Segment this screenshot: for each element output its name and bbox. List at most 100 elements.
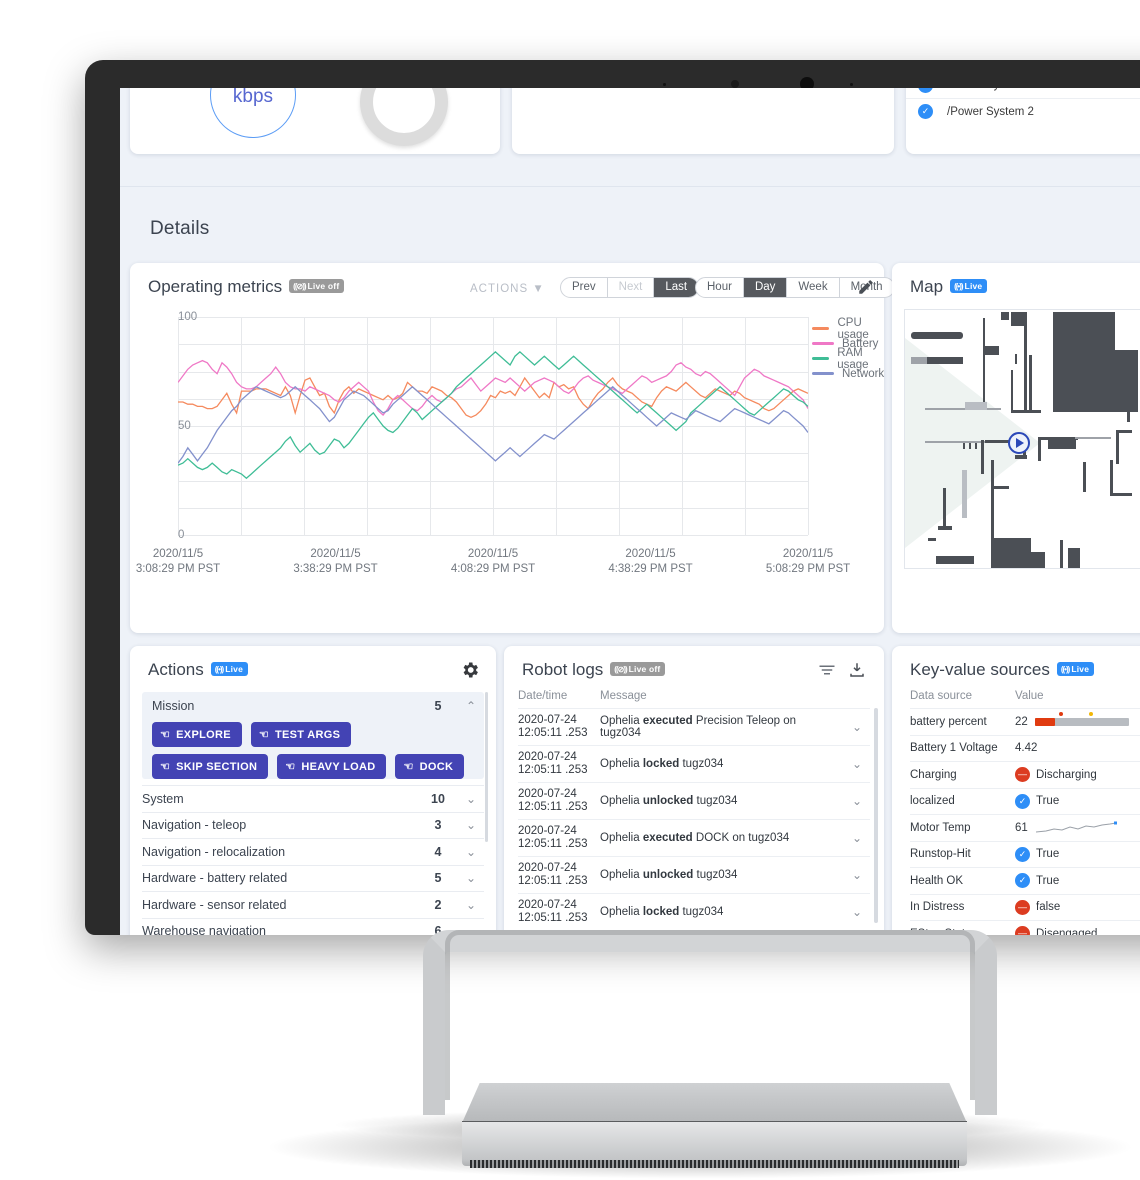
x-tick-time: 3:08:29 PM PST xyxy=(135,563,221,575)
chevron-down-icon[interactable]: ⌄ xyxy=(458,792,484,806)
log-datetime: 2020-07-24 12:05:11 .253 xyxy=(518,862,600,888)
chevron-down-icon[interactable]: ⌄ xyxy=(844,831,870,845)
category-name: Hardware - sensor related xyxy=(142,897,287,912)
map-wall xyxy=(943,488,946,526)
kv-source-name: Charging xyxy=(910,768,957,781)
live-icon: ((•)) xyxy=(214,665,225,674)
mission-name: Mission xyxy=(152,698,195,713)
chevron-down-icon[interactable]: ⌄ xyxy=(458,871,484,885)
kv-value: — Discharging xyxy=(1015,767,1140,783)
action-button-explore[interactable]: ☜ EXPLORE xyxy=(152,722,242,747)
map-canvas[interactable] xyxy=(904,309,1140,569)
filter-icon[interactable] xyxy=(818,663,836,677)
chevron-down-icon[interactable]: ⌄ xyxy=(844,757,870,771)
actions-title: Actions ((•)) Live xyxy=(148,660,249,680)
gear-icon[interactable] xyxy=(460,660,480,680)
action-category-row[interactable]: Navigation - relocalization 4 ⌄ xyxy=(142,838,484,865)
log-row[interactable]: 2020-07-24 12:05:11 .253 Ophelia unlocked … xyxy=(518,782,870,819)
map-wall xyxy=(983,346,999,355)
x-tick-date: 2020/11/5 xyxy=(310,548,361,560)
map-wall xyxy=(991,486,1009,489)
check-icon: ✓ xyxy=(1015,793,1030,809)
metrics-actions-dropdown[interactable]: ACTIONS ▼ xyxy=(470,283,545,295)
kv-row[interactable]: Runstop-Hit ✓ True xyxy=(910,840,1140,868)
log-message: Ophelia locked tugz034 xyxy=(600,906,724,918)
chevron-down-icon[interactable]: ⌄ xyxy=(844,868,870,882)
action-button-heavy-load[interactable]: ☜ HEAVY LOAD xyxy=(277,754,387,779)
log-row[interactable]: 2020-07-24 12:05:11 .253 Ophelia executed … xyxy=(518,708,870,745)
robot-logs-card: Robot logs ((⊘)) Live off Date/time Messag… xyxy=(504,646,884,935)
logs-scrollbar[interactable] xyxy=(874,708,878,923)
log-row[interactable]: 2020-07-24 12:05:11 .253 Ophelia locked tu… xyxy=(518,893,870,930)
chevron-down-icon[interactable]: ⌄ xyxy=(844,794,870,808)
action-category-row[interactable]: Navigation - teleop 3 ⌄ xyxy=(142,811,484,839)
legend-item[interactable]: Network xyxy=(812,366,884,381)
log-row[interactable]: 2020-07-24 12:05:11 .253 Ophelia executed … xyxy=(518,819,870,856)
legend-item[interactable]: RAM usage xyxy=(812,347,884,371)
robot-position-marker[interactable] xyxy=(1008,432,1030,454)
operating-metrics-card: Operating metrics ((⊘)) Live off ACTIONS ▼… xyxy=(130,263,895,633)
actions-scrollbar[interactable] xyxy=(485,692,488,842)
log-date: 2020-07-24 xyxy=(518,825,577,837)
health-row[interactable]: ✓ /Power System OK xyxy=(906,88,1140,98)
pencil-icon[interactable] xyxy=(857,278,875,296)
kv-source-name: Motor Temp xyxy=(910,821,971,834)
map-wall xyxy=(936,556,974,564)
log-date: 2020-07-24 xyxy=(518,862,577,874)
range-hour-button[interactable]: Hour xyxy=(696,278,744,297)
download-icon[interactable] xyxy=(848,661,866,679)
chevron-down-icon[interactable]: ⌄ xyxy=(458,845,484,859)
log-row[interactable]: 2020-07-24 12:05:11 .253 Ophelia locked tu… xyxy=(518,745,870,782)
category-count: 2 xyxy=(434,897,442,912)
chevron-down-icon[interactable]: ⌄ xyxy=(844,720,870,734)
action-button-dock[interactable]: ☜ DOCK xyxy=(395,754,465,779)
map-wall xyxy=(1110,493,1132,496)
kv-row[interactable]: Motor Temp 61 xyxy=(910,814,1140,841)
kv-row[interactable]: localized ✓ True xyxy=(910,787,1140,815)
chevron-down-icon[interactable]: ⌄ xyxy=(458,818,484,832)
kv-row[interactable]: Charging — Discharging xyxy=(910,761,1140,788)
chevron-down-icon[interactable]: ⌄ xyxy=(844,905,870,919)
kv-row[interactable]: In Distress — false xyxy=(910,893,1140,921)
health-row[interactable]: ✓ /Power System 2 OK xyxy=(906,98,1140,124)
block-icon: — xyxy=(1015,767,1030,783)
action-button-skip-section[interactable]: ☜ SKIP SECTION xyxy=(152,754,269,779)
action-category-row[interactable]: System 10 ⌄ xyxy=(142,785,484,812)
action-category-row[interactable]: Hardware - sensor related 2 ⌄ xyxy=(142,891,484,918)
kv-row[interactable]: Battery 1 Voltage 4.42 xyxy=(910,734,1140,762)
action-button-label: DOCK xyxy=(419,760,454,773)
details-section-title: Details xyxy=(150,218,210,239)
time-nav-segmented[interactable]: Prev Next Last xyxy=(560,277,700,298)
map-wall xyxy=(1029,355,1032,413)
prev-button[interactable]: Prev xyxy=(561,278,608,297)
map-wall xyxy=(1127,410,1130,422)
chevron-up-icon[interactable]: ⌃ xyxy=(458,699,484,713)
kv-row[interactable]: battery percent 22 xyxy=(910,708,1140,735)
section-divider xyxy=(120,186,1140,187)
live-off-icon: ((⊘)) xyxy=(293,282,306,291)
chevron-down-icon[interactable]: ⌄ xyxy=(458,898,484,912)
key-value-title-text: Key-value sources xyxy=(910,660,1050,679)
last-button[interactable]: Last xyxy=(654,278,699,297)
live-label: Live xyxy=(225,664,244,674)
range-day-button[interactable]: Day xyxy=(743,278,788,297)
range-week-button[interactable]: Week xyxy=(787,278,840,297)
action-button-test-args[interactable]: ☜ TEST ARGS xyxy=(250,722,352,747)
kv-value-text: 22 xyxy=(1015,715,1028,728)
log-row[interactable]: 2020-07-24 12:05:11 .253 Ophelia unlocked … xyxy=(518,856,870,893)
x-tick-date: 2020/11/5 xyxy=(467,548,519,560)
category-name: Navigation - relocalization xyxy=(142,844,286,859)
action-category-row[interactable]: Warehouse navigation 6 ⌄ xyxy=(142,917,484,935)
kv-value-text: 61 xyxy=(1015,821,1028,834)
kv-row[interactable]: Health OK ✓ True xyxy=(910,867,1140,894)
next-button[interactable]: Next xyxy=(608,278,655,297)
log-message: Ophelia executed Precision Teleop on tug… xyxy=(600,715,797,739)
kv-value-text: false xyxy=(1036,901,1061,914)
mission-header-row[interactable]: Mission 5 ⌃ xyxy=(142,692,484,719)
legend-item[interactable]: CPU usage xyxy=(812,317,884,341)
map-card: Map((•))Live map_ xyxy=(892,263,1140,633)
actions-title-text: Actions xyxy=(148,660,204,679)
action-category-row[interactable]: Hardware - battery related 5 ⌄ xyxy=(142,864,484,892)
metrics-plot: 050100 2020/11/53:08:29 PM PST2020/11/53… xyxy=(136,311,884,581)
legend-color-swatch xyxy=(812,372,834,375)
